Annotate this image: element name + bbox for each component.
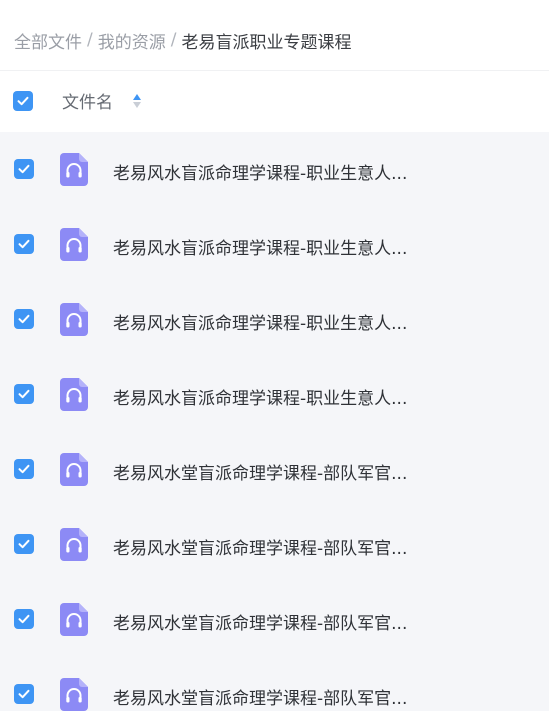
audio-file-icon bbox=[60, 678, 88, 711]
file-row[interactable]: 老易风水堂盲派命理学课程-部队军官... bbox=[0, 432, 549, 507]
row-checkbox[interactable] bbox=[14, 159, 34, 179]
audio-file-icon bbox=[60, 303, 88, 336]
breadcrumb: 全部文件 / 我的资源 / 老易盲派职业专题课程 bbox=[14, 27, 351, 53]
file-list: 老易风水盲派命理学课程-职业生意人... 老易风水盲派命理学课程-职业生意人..… bbox=[0, 132, 549, 711]
file-row[interactable]: 老易风水堂盲派命理学课程-部队军官... bbox=[0, 507, 549, 582]
file-name[interactable]: 老易风水盲派命理学课程-职业生意人... bbox=[113, 159, 407, 184]
row-checkbox[interactable] bbox=[14, 234, 34, 254]
file-list-header: 文件名 bbox=[0, 70, 549, 132]
check-icon bbox=[18, 464, 30, 474]
audio-file-icon bbox=[60, 378, 88, 411]
file-row[interactable]: 老易风水盲派命理学课程-职业生意人... bbox=[0, 357, 549, 432]
file-row[interactable]: 老易风水堂盲派命理学课程-部队军官... bbox=[0, 657, 549, 711]
file-name[interactable]: 老易风水堂盲派命理学课程-部队军官... bbox=[113, 459, 407, 484]
check-icon bbox=[18, 389, 30, 399]
file-row[interactable]: 老易风水盲派命理学课程-职业生意人... bbox=[0, 132, 549, 207]
check-icon bbox=[18, 689, 30, 699]
file-name[interactable]: 老易风水堂盲派命理学课程-部队军官... bbox=[113, 534, 407, 559]
row-checkbox[interactable] bbox=[14, 609, 34, 629]
file-name[interactable]: 老易风水堂盲派命理学课程-部队军官... bbox=[113, 684, 407, 709]
audio-file-icon bbox=[60, 228, 88, 261]
breadcrumb-separator: / bbox=[87, 30, 93, 50]
column-header-filename[interactable]: 文件名 bbox=[62, 88, 113, 113]
file-name[interactable]: 老易风水盲派命理学课程-职业生意人... bbox=[113, 234, 407, 259]
breadcrumb-my-resources[interactable]: 我的资源 bbox=[98, 28, 166, 53]
breadcrumb-all-files[interactable]: 全部文件 bbox=[14, 28, 82, 53]
audio-file-icon bbox=[60, 603, 88, 636]
check-icon bbox=[18, 314, 30, 324]
row-checkbox[interactable] bbox=[14, 384, 34, 404]
breadcrumb-separator: / bbox=[170, 30, 177, 50]
audio-file-icon bbox=[60, 153, 88, 186]
file-name[interactable]: 老易风水堂盲派命理学课程-部队军官... bbox=[113, 609, 407, 634]
check-icon bbox=[18, 614, 30, 624]
check-icon bbox=[18, 539, 30, 549]
audio-file-icon bbox=[60, 453, 88, 486]
select-all-checkbox[interactable] bbox=[13, 91, 33, 111]
audio-file-icon bbox=[60, 528, 88, 561]
file-row[interactable]: 老易风水盲派命理学课程-职业生意人... bbox=[0, 207, 549, 282]
check-icon bbox=[17, 96, 29, 106]
row-checkbox[interactable] bbox=[14, 459, 34, 479]
sort-icon[interactable] bbox=[132, 92, 142, 110]
row-checkbox[interactable] bbox=[14, 309, 34, 329]
breadcrumb-current-folder: 老易盲派职业专题课程 bbox=[181, 32, 352, 53]
file-row[interactable]: 老易风水堂盲派命理学课程-部队军官... bbox=[0, 582, 549, 657]
file-name[interactable]: 老易风水盲派命理学课程-职业生意人... bbox=[113, 309, 407, 334]
file-name[interactable]: 老易风水盲派命理学课程-职业生意人... bbox=[113, 384, 407, 409]
check-icon bbox=[18, 164, 30, 174]
check-icon bbox=[18, 239, 30, 249]
row-checkbox[interactable] bbox=[14, 534, 34, 554]
row-checkbox[interactable] bbox=[14, 684, 34, 704]
file-row[interactable]: 老易风水盲派命理学课程-职业生意人... bbox=[0, 282, 549, 357]
